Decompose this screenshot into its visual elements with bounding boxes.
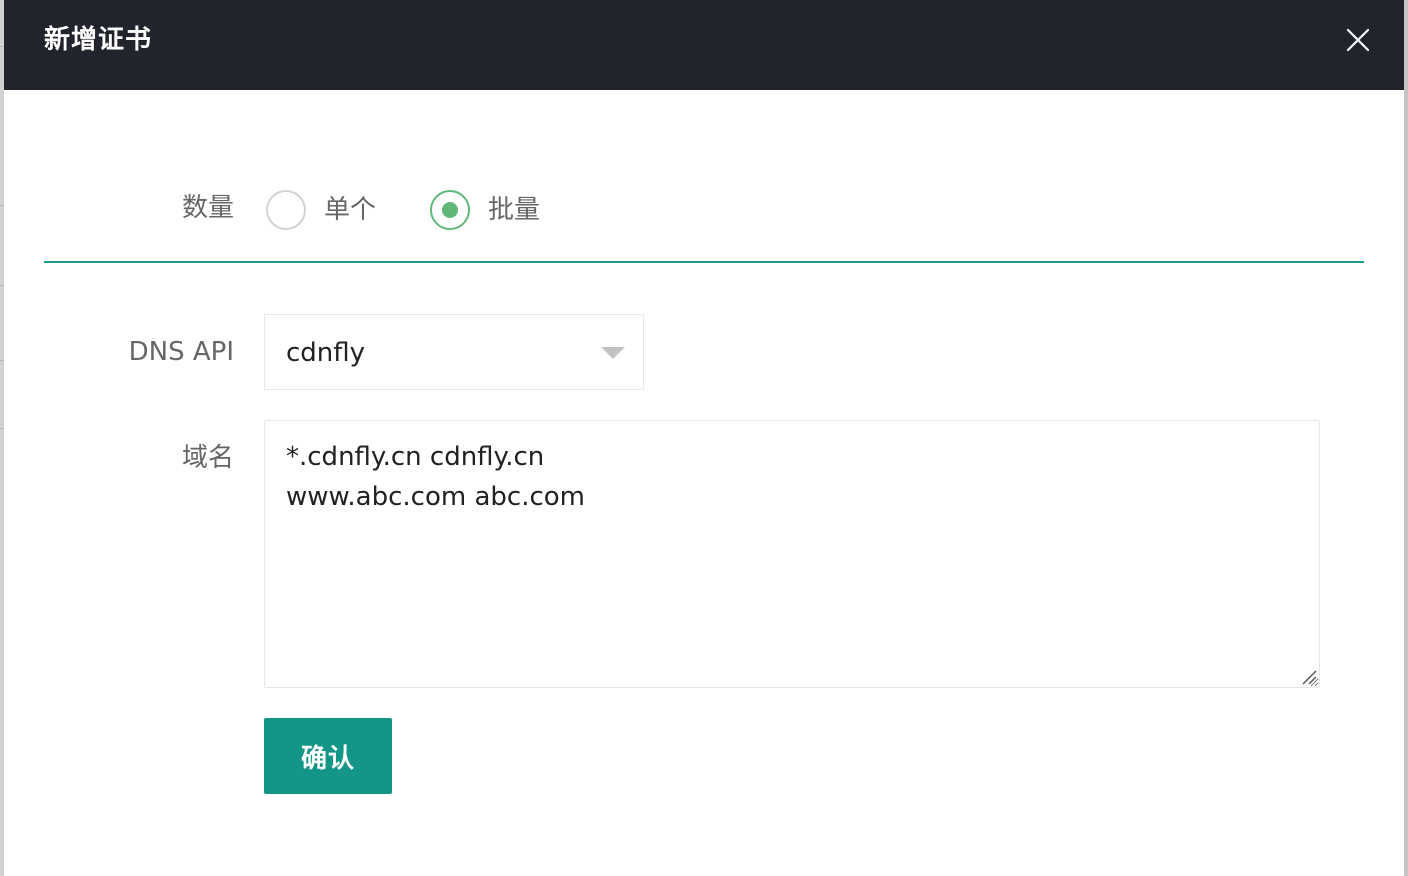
radio-batch-circle[interactable] xyxy=(430,190,470,230)
dns-api-label: DNS API xyxy=(128,337,234,367)
radio-batch[interactable]: 批量 xyxy=(430,190,540,230)
dialog-header: 新增证书 xyxy=(4,0,1404,90)
radio-single-circle[interactable] xyxy=(266,190,306,230)
chevron-down-icon xyxy=(601,347,625,359)
resize-handle-icon[interactable] xyxy=(1301,669,1317,685)
quantity-label: 数量 xyxy=(181,193,234,223)
dialog-title: 新增证书 xyxy=(44,25,153,55)
confirm-button[interactable]: 确认 xyxy=(264,718,392,794)
page-right-edge xyxy=(1404,0,1408,876)
dns-api-select[interactable]: cdnfly xyxy=(264,314,644,390)
radio-single-label[interactable]: 单个 xyxy=(324,192,376,228)
close-icon[interactable] xyxy=(1343,23,1373,57)
section-divider xyxy=(44,261,1364,263)
domain-textarea[interactable] xyxy=(264,420,1320,688)
add-certificate-dialog: 新增证书 数量 单个 批量 DNS API cdnfly 域名 确认 xyxy=(4,0,1404,876)
dns-api-selected-value: cdnfly xyxy=(286,338,366,368)
radio-single[interactable]: 单个 xyxy=(266,190,376,230)
radio-batch-label[interactable]: 批量 xyxy=(488,192,540,228)
domain-label: 域名 xyxy=(181,443,234,473)
